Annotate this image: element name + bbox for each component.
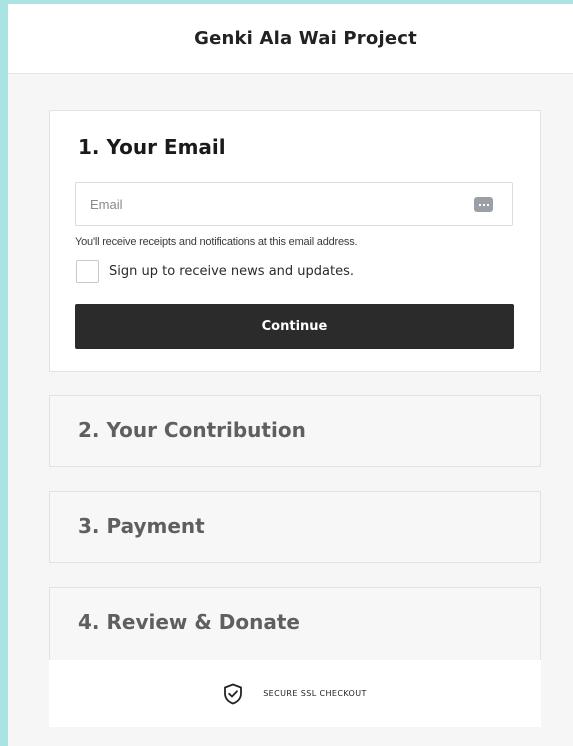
newsletter-checkbox[interactable] — [76, 260, 99, 283]
step-contribution-title: 2. Your Contribution — [78, 418, 306, 442]
page-header: Genki Ala Wai Project — [8, 4, 573, 74]
step-contribution-card[interactable]: 2. Your Contribution — [49, 395, 541, 467]
continue-button[interactable]: Continue — [75, 304, 514, 349]
secure-checkout-text: SECURE SSL CHECKOUT — [263, 689, 367, 698]
newsletter-option[interactable]: Sign up to receive news and updates. — [76, 260, 354, 283]
newsletter-label[interactable]: Sign up to receive news and updates. — [109, 264, 354, 279]
step-payment-card[interactable]: 3. Payment — [49, 491, 541, 563]
step-email-title: 1. Your Email — [78, 135, 226, 159]
checkout-panel: Genki Ala Wai Project 1. Your Email You'… — [8, 4, 573, 746]
email-field[interactable] — [75, 182, 513, 226]
page-title: Genki Ala Wai Project — [194, 28, 417, 49]
step-review-title: 4. Review & Donate — [78, 610, 300, 634]
step-payment-title: 3. Payment — [78, 514, 205, 538]
email-input[interactable] — [76, 183, 512, 225]
email-helper-text: You'll receive receipts and notification… — [75, 236, 358, 248]
step-review-card[interactable]: 4. Review & Donate — [49, 587, 541, 662]
shield-check-icon — [224, 683, 243, 704]
secure-checkout-bar: SECURE SSL CHECKOUT — [49, 660, 541, 727]
password-autofill-icon[interactable] — [474, 197, 493, 212]
step-email-card: 1. Your Email You'll receive receipts an… — [49, 110, 541, 372]
